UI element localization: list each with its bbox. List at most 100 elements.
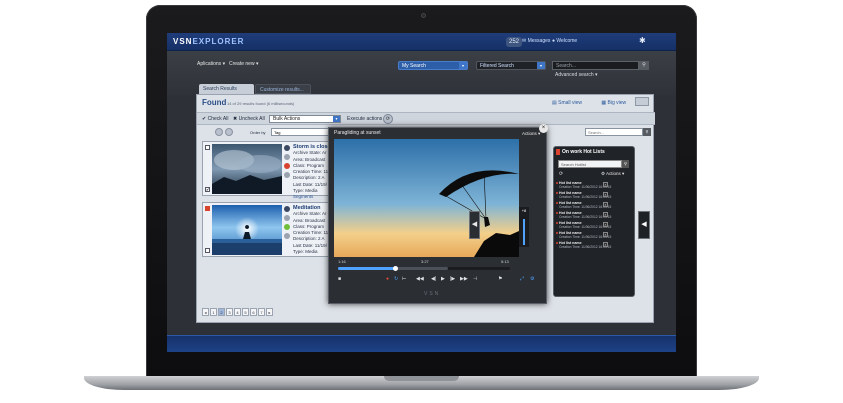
welcome-link[interactable]: ● Welcome	[552, 38, 577, 44]
remove-icon[interactable]: ×	[603, 232, 608, 237]
tools-icon[interactable]: ✱	[639, 36, 646, 45]
hotlist-item[interactable]: Hot list name Creation Time: 11/06/2012 1…	[556, 221, 611, 230]
preview-icon[interactable]	[635, 97, 649, 106]
settings-icon[interactable]: ⚙	[530, 275, 534, 283]
video-player: Paragliding at sunset Actions ▾ × +8 1:1…	[328, 124, 548, 304]
search-icon[interactable]: ⚲	[622, 160, 629, 168]
hotlist-item[interactable]: Hot list name Creation Time: 11/06/2012 1…	[556, 191, 611, 200]
video-title: Paragliding at sunset	[334, 130, 381, 136]
search-icon[interactable]: ⚲	[643, 128, 651, 136]
order-by-label: Order by	[250, 130, 266, 135]
remove-icon[interactable]: ×	[603, 222, 608, 227]
storm-thumbnail[interactable]	[212, 144, 282, 194]
tab-search-results[interactable]: Search Results	[199, 84, 254, 94]
hotlist-item[interactable]: Hot list name Creation Time: 11/06/2012 1…	[556, 231, 611, 240]
info-icon[interactable]	[284, 145, 290, 151]
record-icon[interactable]: ●	[386, 275, 389, 283]
play-icon[interactable]: ▶	[441, 275, 445, 283]
step-forward-icon[interactable]: |▶	[450, 275, 455, 283]
page-next-button[interactable]: ▸	[266, 308, 273, 316]
progress-handle[interactable]	[392, 266, 398, 271]
player-side-toggle[interactable]: ◀	[469, 211, 480, 239]
remove-icon[interactable]: ×	[603, 182, 608, 187]
laptop-base	[84, 376, 759, 390]
fullscreen-icon[interactable]: ⤢	[520, 275, 524, 283]
my-search-select[interactable]: My Search ▾	[398, 61, 468, 70]
uncheck-all-button[interactable]: ✖ Uncheck All	[233, 116, 265, 122]
execute-icon[interactable]: ⟳	[383, 114, 393, 124]
card-flag-marker[interactable]	[205, 206, 210, 211]
card-select-checkbox[interactable]	[205, 248, 210, 253]
mark-out-icon[interactable]: ⊣	[473, 275, 477, 283]
remove-icon[interactable]: ×	[603, 202, 608, 207]
status-icon[interactable]	[284, 224, 290, 230]
hotlist-item[interactable]: Hot list name Creation Time: 11/06/2012 1…	[556, 211, 611, 220]
mark-in-icon[interactable]: ⊢	[402, 275, 406, 283]
meta-description: Description: 2 A	[293, 236, 325, 242]
player-actions-menu[interactable]: Actions ▾	[522, 131, 540, 137]
big-view-link[interactable]: ▦ Big view	[601, 100, 635, 106]
page-3-button[interactable]: 3	[226, 308, 233, 316]
refresh-icon[interactable]: ⟳	[559, 171, 563, 177]
check-all-button[interactable]: ✔ Check All	[202, 116, 228, 122]
progress-fill	[338, 267, 395, 270]
hotlist-item[interactable]: Hot list name Creation Time: 11/06/2012 1…	[556, 201, 611, 210]
meditation-thumbnail[interactable]	[212, 205, 282, 255]
page-7-button[interactable]: 7	[258, 308, 265, 316]
bulk-actions-select[interactable]: Bulk Actions ▾	[269, 115, 341, 123]
volume-slider[interactable]: +8	[519, 207, 529, 247]
play-icon[interactable]	[284, 172, 290, 178]
stop-icon[interactable]: ■	[338, 275, 341, 283]
tab-customize-results[interactable]: Customize results...	[255, 84, 311, 94]
result-card[interactable]: ✔ Storm is close Archive State: Ar Area:…	[202, 141, 331, 199]
segment-icon[interactable]	[284, 215, 290, 221]
remove-icon[interactable]: ×	[603, 242, 608, 247]
hotlist-toggle-tab[interactable]: ◀	[638, 211, 650, 239]
segment-icon[interactable]	[284, 154, 290, 160]
hotlist-item[interactable]: Hot list name Creation Time: 11/06/2012 1…	[556, 241, 611, 250]
remove-icon[interactable]: ×	[603, 212, 608, 217]
hotlist-item[interactable]: Hot list name Creation Time: 11/06/2012 1…	[556, 181, 611, 190]
search-icon[interactable]: ⚲	[639, 61, 649, 70]
hotlist-search-input[interactable]: Search Hotlist	[558, 160, 622, 168]
create-new-menu[interactable]: Create new ▾	[229, 61, 258, 67]
hotlist-actions-menu[interactable]: ⚙ Actions ▾	[601, 171, 624, 177]
app-logo[interactable]: VSNEXPLORER	[173, 37, 244, 46]
page-5-button[interactable]: 5	[242, 308, 249, 316]
applications-menu[interactable]: Aplications ▾	[197, 61, 225, 67]
meta-type: Type: Media	[293, 249, 318, 255]
info-icon[interactable]	[284, 206, 290, 212]
close-icon[interactable]: ×	[539, 124, 548, 133]
time-readout: 1:16 3:27 5:13	[338, 259, 516, 265]
remove-icon[interactable]: ×	[603, 192, 608, 197]
sort-desc-icon[interactable]	[225, 128, 233, 136]
page-prev-button[interactable]: ◂	[202, 308, 209, 316]
card-select-checkbox[interactable]	[205, 145, 210, 150]
small-view-link[interactable]: ▤ Small view	[552, 100, 591, 106]
fast-forward-icon[interactable]: ▶▶	[460, 275, 468, 283]
step-back-icon[interactable]: ◀|	[431, 275, 436, 283]
rewind-icon[interactable]: ◀◀	[416, 275, 424, 283]
page-1-button[interactable]: 1	[210, 308, 217, 316]
flag-icon[interactable]: ⚑	[498, 275, 502, 283]
page-2-button[interactable]: 2	[218, 308, 225, 316]
page-6-button[interactable]: 6	[250, 308, 257, 316]
messages-link[interactable]: ✉ Messages	[522, 38, 550, 44]
progress-bar[interactable]	[338, 266, 510, 271]
advanced-search-link[interactable]: Advanced search ▾	[555, 72, 598, 78]
filtered-search-select[interactable]: Filtered Search ▾	[476, 61, 546, 70]
flag-icon[interactable]	[284, 163, 290, 169]
card-metadata: Meditation Archive State: Ar Area: Broad…	[293, 205, 328, 255]
result-card[interactable]: Meditation Archive State: Ar Area: Broad…	[202, 202, 329, 257]
page-4-button[interactable]: 4	[234, 308, 241, 316]
play-icon[interactable]	[284, 233, 290, 239]
global-search-input[interactable]: Search...	[552, 61, 639, 70]
order-by-select[interactable]: Tag	[271, 128, 331, 136]
notification-count[interactable]: 252	[506, 37, 523, 47]
video-frame[interactable]	[334, 139, 519, 257]
sort-asc-icon[interactable]	[215, 128, 223, 136]
loop-icon[interactable]: ↻	[394, 275, 398, 283]
results-search-input[interactable]: Search...	[585, 128, 643, 136]
card-checked-checkbox[interactable]: ✔	[205, 187, 210, 192]
segments-link[interactable]: Segments	[293, 194, 331, 200]
